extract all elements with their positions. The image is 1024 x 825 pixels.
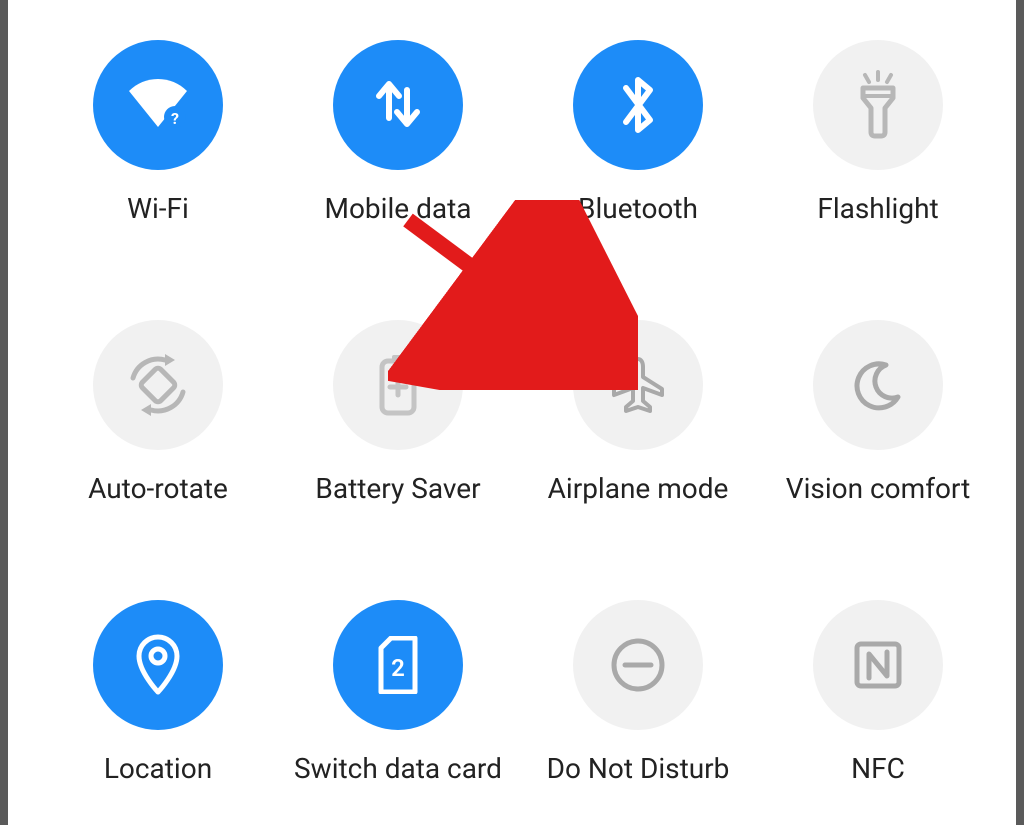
flashlight-icon	[813, 40, 943, 170]
tile-nfc[interactable]: NFC	[758, 600, 998, 785]
svg-text:?: ?	[171, 109, 179, 128]
svg-text:2: 2	[391, 654, 405, 682]
tile-wifi[interactable]: ? Wi-Fi	[38, 40, 278, 225]
tile-label: Bluetooth	[578, 192, 698, 225]
tile-bluetooth[interactable]: Bluetooth	[518, 40, 758, 225]
dnd-icon	[573, 600, 703, 730]
rotate-icon	[93, 320, 223, 450]
tile-label: Wi-Fi	[127, 192, 189, 225]
tile-label: Battery Saver	[315, 472, 480, 505]
tile-location[interactable]: Location	[38, 600, 278, 785]
location-pin-icon	[93, 600, 223, 730]
tile-label: NFC	[851, 752, 905, 785]
tile-do-not-disturb[interactable]: Do Not Disturb	[518, 600, 758, 785]
tile-battery-saver[interactable]: Battery Saver	[278, 320, 518, 505]
data-arrows-icon	[333, 40, 463, 170]
sim-2-icon: 2	[333, 600, 463, 730]
tile-mobile-data[interactable]: Mobile data	[278, 40, 518, 225]
tile-label: Mobile data	[325, 192, 472, 225]
tile-label: Vision comfort	[786, 472, 971, 505]
nfc-icon	[813, 600, 943, 730]
tile-switch-data-card[interactable]: 2 Switch data card	[278, 600, 518, 785]
tile-label: Airplane mode	[548, 472, 729, 505]
tile-airplane-mode[interactable]: Airplane mode	[518, 320, 758, 505]
wifi-question-icon: ?	[93, 40, 223, 170]
tile-vision-comfort[interactable]: Vision comfort	[758, 320, 998, 505]
battery-plus-icon	[333, 320, 463, 450]
moon-icon	[813, 320, 943, 450]
tile-label: Do Not Disturb	[547, 752, 730, 785]
airplane-icon	[573, 320, 703, 450]
bluetooth-icon	[573, 40, 703, 170]
tile-label: Flashlight	[817, 192, 938, 225]
quick-settings-panel: ? Wi-Fi Mobile data Bluetooth	[8, 0, 1016, 825]
tile-auto-rotate[interactable]: Auto-rotate	[38, 320, 278, 505]
tile-flashlight[interactable]: Flashlight	[758, 40, 998, 225]
tile-label: Auto-rotate	[88, 472, 228, 505]
tile-label: Switch data card	[294, 752, 502, 785]
tile-label: Location	[104, 752, 212, 785]
